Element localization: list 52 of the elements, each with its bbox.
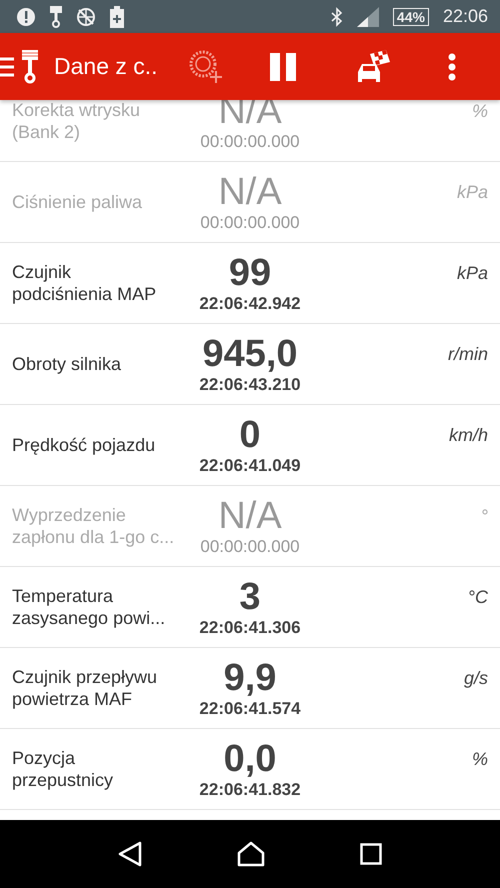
screen-title: Dane z c.. <box>54 53 159 80</box>
sensor-label: Pozycja przepustnicy <box>12 747 114 791</box>
unit-label: kPa <box>456 182 488 203</box>
piston-icon <box>50 6 62 28</box>
battery-plus-icon <box>110 6 124 28</box>
timestamp: 00:00:00.000 <box>200 213 300 233</box>
sensor-label: Prędkość pojazdu <box>12 434 156 456</box>
battery-indicator: 44% <box>392 8 429 26</box>
sensor-label: Korekta wtrysku (Bank 2) <box>12 99 142 143</box>
globe-off-icon <box>76 6 96 26</box>
timestamp: 00:00:00.000 <box>200 537 300 557</box>
unit-label: r/min <box>447 344 488 365</box>
timestamp: 22:06:41.049 <box>199 456 301 476</box>
sensor-value: 99 <box>228 252 272 294</box>
menu-icon[interactable] <box>0 56 14 78</box>
sensor-label: Wyprzedzenie zapłonu dla 1-go c... <box>12 504 176 548</box>
unit-label: °C <box>466 587 488 608</box>
sensor-value: 3 <box>239 576 261 618</box>
signal-icon <box>356 6 379 26</box>
sensor-label: Ciśnienie paliwa <box>12 191 144 213</box>
timestamp: 22:06:42.942 <box>199 294 301 314</box>
sensor-value: N/A <box>218 495 282 537</box>
unit-label: km/h <box>448 425 488 446</box>
sensor-value: N/A <box>218 171 282 213</box>
unit-label: g/s <box>462 668 488 689</box>
unit-label: kPa <box>456 263 488 284</box>
unit-label: % <box>470 749 488 770</box>
piston-icon <box>22 50 38 84</box>
sensor-value: 0 <box>239 414 261 456</box>
sensor-value: 945,0 <box>202 333 298 375</box>
unit-label: % <box>470 101 488 122</box>
back-icon[interactable] <box>118 841 142 867</box>
sensor-label: Czujnik podciśnienia MAP <box>12 261 158 305</box>
timestamp: 22:06:43.210 <box>199 375 301 395</box>
unit-label: ° <box>480 506 488 527</box>
car-flag-icon[interactable] <box>356 50 390 84</box>
recents-icon[interactable] <box>360 843 382 865</box>
timestamp: 22:06:41.832 <box>199 780 301 800</box>
timestamp: 22:06:41.306 <box>199 618 301 638</box>
sensor-value: 0,0 <box>224 738 276 780</box>
timestamp: 00:00:00.000 <box>200 132 300 152</box>
alert-icon <box>16 6 36 26</box>
home-icon[interactable] <box>236 841 265 867</box>
sensor-value: 9,9 <box>224 657 276 699</box>
timestamp: 22:06:41.574 <box>199 699 301 719</box>
pause-icon[interactable] <box>270 52 296 80</box>
bluetooth-icon <box>330 6 343 26</box>
sensor-label: Temperatura zasysanego powi... <box>12 585 166 629</box>
sensor-label: Obroty silnika <box>12 353 122 375</box>
clock-time: 22:06 <box>442 6 488 27</box>
more-icon[interactable] <box>448 52 456 80</box>
sensor-label: Czujnik przepływu powietrza MAF <box>12 666 158 710</box>
